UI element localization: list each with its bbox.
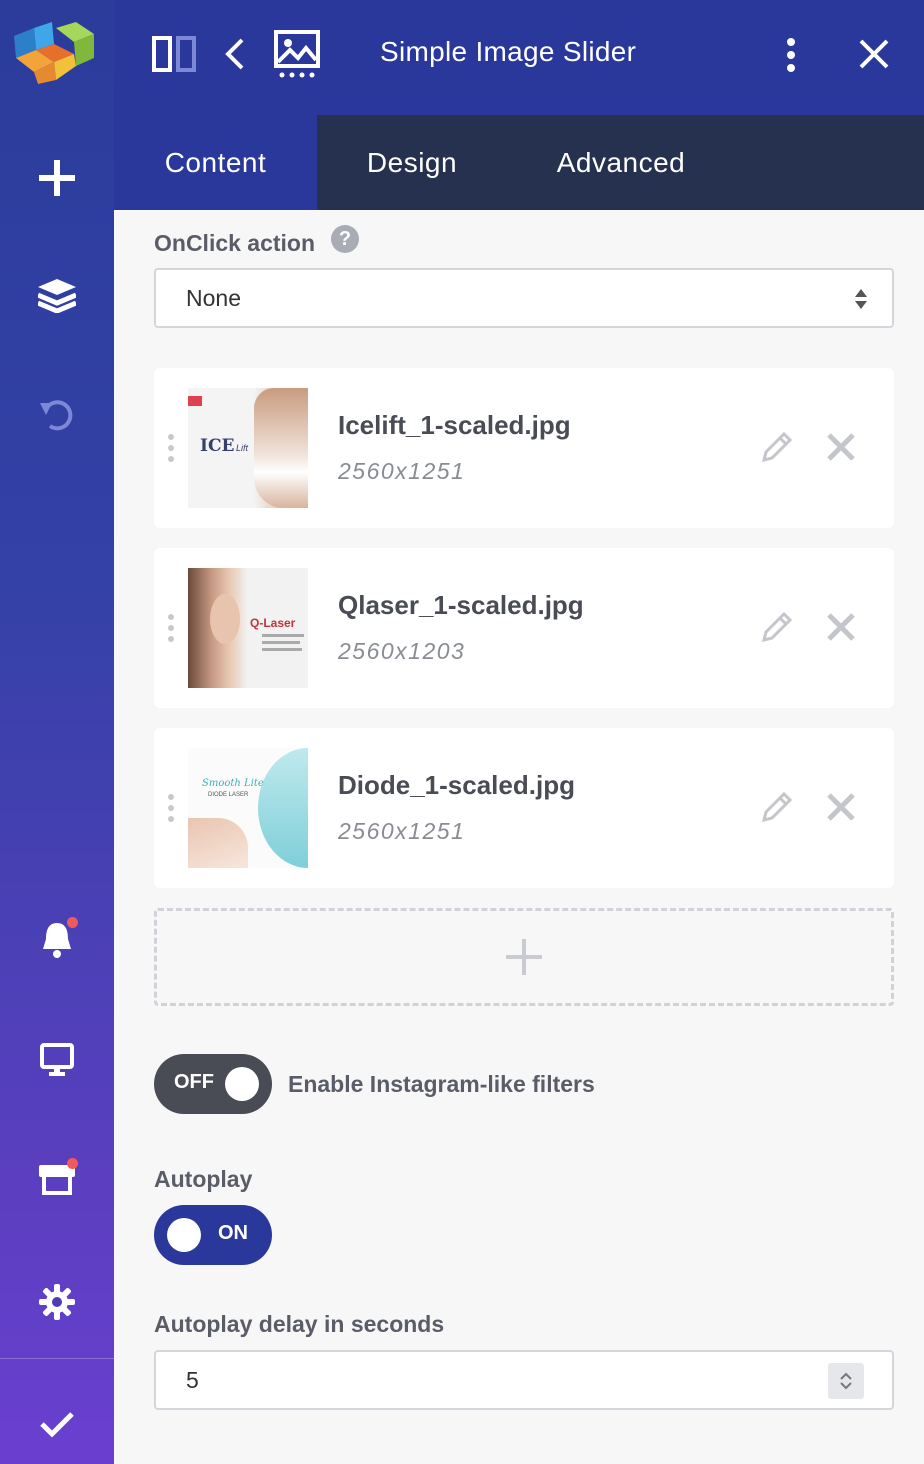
- close-panel-button[interactable]: [858, 38, 890, 70]
- chevron-up-icon: [840, 1372, 852, 1380]
- tab-design[interactable]: Design: [317, 115, 507, 210]
- store-badge: [67, 1158, 78, 1169]
- drag-handle-icon[interactable]: [168, 434, 174, 467]
- notification-badge: [67, 917, 78, 928]
- tab-content[interactable]: Content: [114, 115, 317, 210]
- image-dimensions: 2560x1251: [338, 458, 466, 484]
- plus-icon: [39, 160, 75, 196]
- image-thumbnail: Smooth Lite DIODE LASER: [188, 748, 308, 868]
- element-type-icon-wrap: [274, 30, 320, 78]
- pencil-icon: [761, 431, 793, 463]
- toggle-state-text: ON: [218, 1222, 248, 1244]
- back-button[interactable]: [224, 38, 246, 70]
- left-sidebar: [0, 0, 114, 1464]
- autoplay-delay-label: Autoplay delay in seconds: [154, 1311, 445, 1337]
- autoplay-delay-value: 5: [186, 1367, 199, 1393]
- image-filename: Qlaser_1-scaled.jpg: [338, 590, 584, 620]
- image-list-item: ICE Lift Icelift_1-scaled.jpg 2560x1251: [154, 368, 894, 528]
- instagram-filters-label: Enable Instagram-like filters: [288, 1071, 595, 1097]
- thumbnail-text: ICE: [200, 436, 235, 456]
- tab-advanced[interactable]: Advanced: [507, 115, 735, 210]
- add-image-button[interactable]: [154, 908, 894, 1006]
- image-thumbnail: ICE Lift: [188, 388, 308, 508]
- undo-icon: [40, 400, 73, 431]
- layers-button[interactable]: [0, 256, 114, 336]
- more-options-button[interactable]: [786, 38, 796, 72]
- close-icon: [827, 613, 855, 641]
- panel-header: Simple Image Slider: [114, 0, 924, 115]
- store-button[interactable]: [0, 1140, 114, 1220]
- remove-image-button[interactable]: [826, 792, 856, 827]
- add-element-button[interactable]: [0, 138, 114, 218]
- onclick-action-label: OnClick action: [154, 230, 316, 256]
- monitor-icon: [40, 1043, 74, 1076]
- panel-title: Simple Image Slider: [380, 36, 637, 67]
- split-view-icon: [152, 36, 196, 72]
- select-arrows-icon: [855, 289, 867, 309]
- chevron-down-icon: [840, 1382, 852, 1390]
- number-spinner[interactable]: [828, 1363, 864, 1399]
- close-icon: [859, 39, 889, 69]
- pencil-icon: [761, 791, 793, 823]
- image-filename: Diode_1-scaled.jpg: [338, 770, 575, 800]
- sidebar-divider: [0, 1358, 114, 1359]
- image-list-item: Smooth Lite DIODE LASER Diode_1-scaled.j…: [154, 728, 894, 888]
- thumbnail-subtext: DIODE LASER: [208, 792, 249, 798]
- toggle-state-text: OFF: [174, 1071, 214, 1093]
- help-icon[interactable]: ?: [331, 225, 359, 253]
- autoplay-delay-input[interactable]: 5: [154, 1350, 894, 1410]
- undo-button[interactable]: [0, 374, 114, 454]
- edit-image-button[interactable]: [760, 430, 794, 469]
- remove-image-button[interactable]: [826, 612, 856, 647]
- onclick-action-select[interactable]: None: [154, 268, 894, 328]
- drag-handle-icon[interactable]: [168, 794, 174, 827]
- thumbnail-text: Smooth Lite: [202, 778, 264, 789]
- image-dimensions: 2560x1203: [338, 638, 466, 664]
- notifications-button[interactable]: [0, 900, 114, 980]
- image-filename: Icelift_1-scaled.jpg: [338, 410, 571, 440]
- toggle-knob: [225, 1067, 259, 1101]
- edit-image-button[interactable]: [760, 610, 794, 649]
- split-view-button[interactable]: [152, 36, 196, 72]
- checkmark-icon: [40, 1412, 74, 1438]
- drag-handle-icon[interactable]: [168, 614, 174, 647]
- pencil-icon: [761, 611, 793, 643]
- autoplay-label: Autoplay: [154, 1166, 253, 1192]
- close-icon: [827, 433, 855, 461]
- toggle-knob: [167, 1218, 201, 1252]
- preview-button[interactable]: [0, 1020, 114, 1100]
- save-confirm-button[interactable]: [0, 1384, 114, 1464]
- image-list-item: Q-Laser Qlaser_1-scaled.jpg 2560x1203: [154, 548, 894, 708]
- thumbnail-subtext: Lift: [236, 443, 249, 453]
- edit-image-button[interactable]: [760, 790, 794, 829]
- more-vertical-icon: [787, 38, 795, 72]
- chevron-left-icon: [225, 38, 244, 70]
- settings-button[interactable]: [0, 1262, 114, 1342]
- remove-image-button[interactable]: [826, 432, 856, 467]
- thumbnail-text: Q-Laser: [250, 616, 296, 630]
- plus-icon: [506, 939, 542, 975]
- image-slider-icon: [274, 30, 320, 78]
- panel-tabs: Content Design Advanced: [114, 115, 924, 210]
- close-icon: [827, 793, 855, 821]
- image-dimensions: 2560x1251: [338, 818, 466, 844]
- app-logo-icon[interactable]: [14, 22, 94, 84]
- image-thumbnail: Q-Laser: [188, 568, 308, 688]
- onclick-action-value: None: [186, 285, 241, 311]
- content-panel: OnClick action ? None ICE Lift Icelift_1…: [114, 210, 924, 1464]
- autoplay-toggle[interactable]: ON: [154, 1205, 272, 1265]
- gear-icon: [39, 1284, 75, 1320]
- instagram-filters-toggle[interactable]: OFF: [154, 1054, 272, 1114]
- layers-icon: [38, 279, 76, 313]
